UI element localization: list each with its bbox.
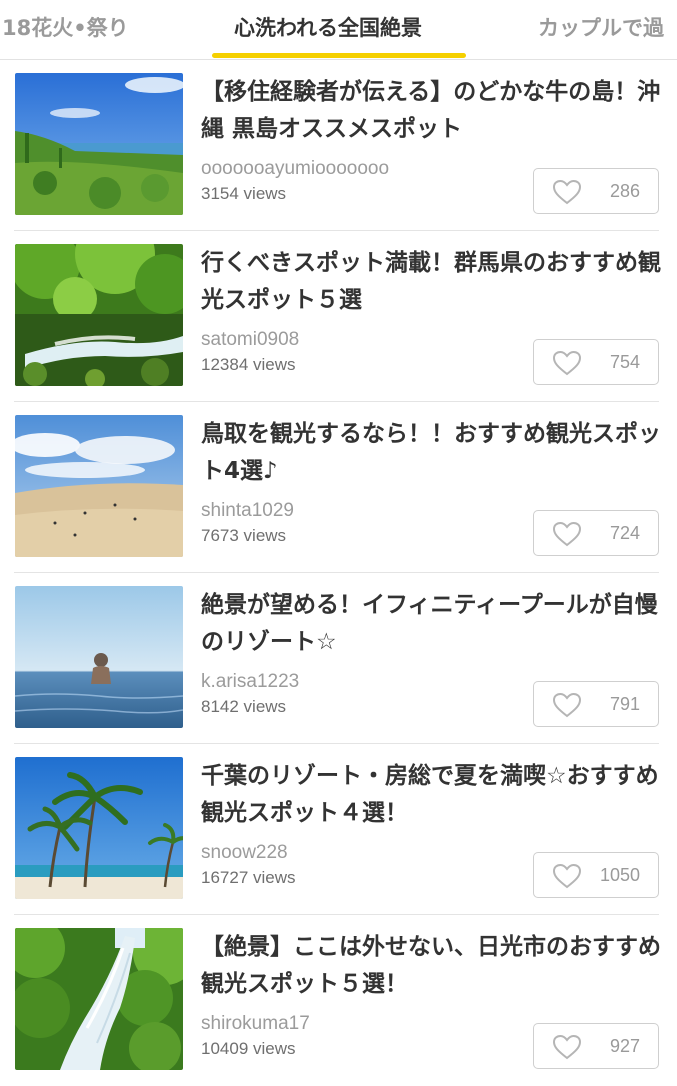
view-count: 8142 views (201, 697, 287, 716)
sand-dunes-image (15, 415, 183, 557)
article-title[interactable]: 【移住経験者が伝える】のどかな牛の島！沖縄 黒島オススメスポット (201, 74, 663, 148)
view-count: 10409 views (201, 1039, 296, 1058)
like-button[interactable]: 754 (533, 339, 659, 385)
tab-scenic-views[interactable]: 心洗われる全国絶景 (234, 12, 422, 42)
like-button[interactable]: 1050 (533, 852, 659, 898)
article-author[interactable]: shinta1029 (201, 500, 294, 522)
active-tab-indicator (212, 53, 466, 58)
article-card[interactable]: 鳥取を観光するなら！！おすすめ観光スポット4選♪ shinta1029 7673… (0, 402, 677, 573)
view-count: 3154 views (201, 184, 287, 203)
like-count: 724 (609, 523, 640, 543)
article-thumbnail[interactable] (15, 73, 183, 215)
article-title[interactable]: 鳥取を観光するなら！！おすすめ観光スポット4選♪ (201, 416, 663, 490)
grassland-island-image (15, 73, 183, 215)
heart-icon (552, 692, 582, 718)
article-author[interactable]: ooooooayumiooooooo (201, 158, 389, 180)
article-card[interactable]: 行くべきスポット満載！群馬県のおすすめ観光スポット５選 satomi0908 1… (0, 231, 677, 402)
heart-icon (552, 350, 582, 376)
like-count: 927 (609, 1036, 640, 1056)
article-title[interactable]: 行くべきスポット満載！群馬県のおすすめ観光スポット５選 (201, 245, 663, 319)
article-title[interactable]: 絶景が望める！イフィニティープールが自慢のリゾート☆ (201, 587, 663, 661)
tab-couples[interactable]: カップルで過 (538, 12, 664, 42)
article-thumbnail[interactable] (15, 928, 183, 1070)
view-count: 16727 views (201, 868, 296, 887)
like-count: 754 (609, 352, 640, 372)
like-button[interactable]: 791 (533, 681, 659, 727)
article-thumbnail[interactable] (15, 415, 183, 557)
article-card[interactable]: 【絶景】ここは外せない、日光市のおすすめ観光スポット５選！ shirokuma1… (0, 915, 677, 1086)
category-tab-bar: 18花火•祭り 心洗われる全国絶景 カップルで過 (0, 0, 677, 60)
article-author[interactable]: snoow228 (201, 842, 288, 864)
view-count: 7673 views (201, 526, 287, 545)
article-author[interactable]: shirokuma17 (201, 1013, 310, 1035)
article-author[interactable]: satomi0908 (201, 329, 299, 351)
heart-icon (552, 521, 582, 547)
article-card[interactable]: 千葉のリゾート・房総で夏を満喫☆おすすめ観光スポット４選！ snoow228 1… (0, 744, 677, 915)
tab-fireworks-festivals[interactable]: 18花火•祭り (2, 12, 129, 42)
like-button[interactable]: 286 (533, 168, 659, 214)
heart-icon (552, 1034, 582, 1060)
forest-stream-image (15, 244, 183, 386)
article-thumbnail[interactable] (15, 244, 183, 386)
palm-beach-image (15, 757, 183, 899)
heart-icon (552, 863, 582, 889)
article-title[interactable]: 千葉のリゾート・房総で夏を満喫☆おすすめ観光スポット４選！ (201, 758, 663, 832)
like-button[interactable]: 724 (533, 510, 659, 556)
article-author[interactable]: k.arisa1223 (201, 671, 299, 693)
view-count: 12384 views (201, 355, 296, 374)
like-button[interactable]: 927 (533, 1023, 659, 1069)
waterfall-image (15, 928, 183, 1070)
article-title[interactable]: 【絶景】ここは外せない、日光市のおすすめ観光スポット５選！ (201, 929, 663, 1003)
article-thumbnail[interactable] (15, 757, 183, 899)
infinity-pool-image (15, 586, 183, 728)
like-count: 1050 (599, 865, 640, 885)
heart-icon (552, 179, 582, 205)
article-thumbnail[interactable] (15, 586, 183, 728)
article-card[interactable]: 絶景が望める！イフィニティープールが自慢のリゾート☆ k.arisa1223 8… (0, 573, 677, 744)
article-card[interactable]: 【移住経験者が伝える】のどかな牛の島！沖縄 黒島オススメスポット ooooooa… (0, 60, 677, 231)
like-count: 791 (609, 694, 640, 714)
like-count: 286 (609, 181, 640, 201)
